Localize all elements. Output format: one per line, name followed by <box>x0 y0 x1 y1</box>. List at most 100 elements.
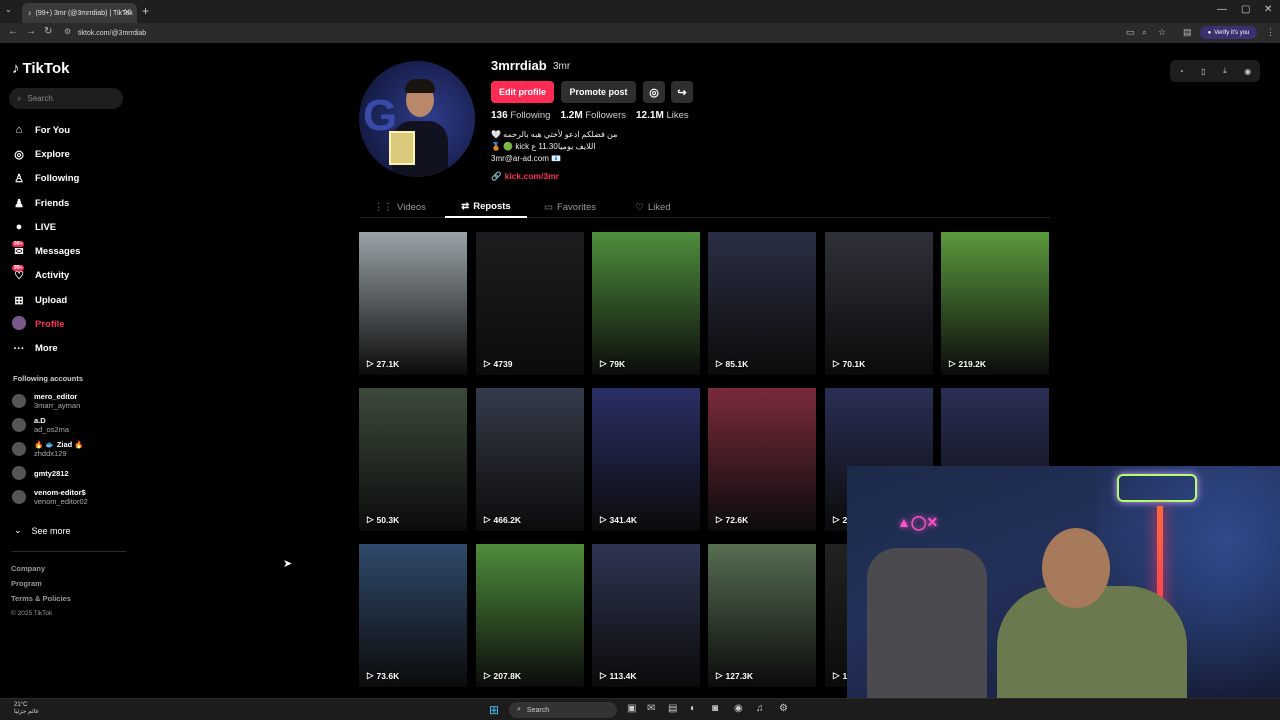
minimize-icon[interactable]: — <box>1217 4 1227 15</box>
video-tile[interactable]: ▷ 70.1K <box>825 232 933 375</box>
zoom-icon[interactable]: ⌕ <box>1142 27 1147 38</box>
tiktok-logo[interactable]: ♪ TikTok <box>12 60 69 77</box>
reload-icon[interactable]: ↻ <box>44 26 52 37</box>
video-thumbnail <box>592 544 700 687</box>
sidebar-item-profile[interactable]: Profile <box>12 312 132 336</box>
following-account[interactable]: gmty2812 <box>12 461 132 485</box>
following-stat[interactable]: 136 Following <box>491 110 550 121</box>
video-tile[interactable]: ▷ 207.8K <box>476 544 584 687</box>
sidebar-item-messages[interactable]: ✉ 99+ Messages <box>12 239 132 263</box>
video-tile[interactable]: ▷ 466.2K <box>476 388 584 531</box>
taskbar-search[interactable]: ⌕ Search <box>509 702 617 718</box>
video-thumbnail <box>592 388 700 531</box>
new-tab-icon[interactable]: + <box>142 4 149 18</box>
back-icon[interactable]: ← <box>8 26 18 37</box>
video-tile[interactable]: ▷ 85.1K <box>708 232 816 375</box>
sidebar-item-for-you[interactable]: ⌂ For You <box>12 118 132 142</box>
video-tile[interactable]: ▷ 50.3K <box>359 388 467 531</box>
sidebar-item-following[interactable]: ♙ Following <box>12 167 132 191</box>
maximize-icon[interactable]: ▢ <box>1241 4 1250 15</box>
profile-avatar[interactable]: G <box>359 61 475 177</box>
view-count: ▷ 127.3K <box>716 670 753 681</box>
profile-username: 3mrrdiab <box>491 58 547 73</box>
tab-liked[interactable]: ♡ Liked <box>625 196 681 218</box>
verify-button[interactable]: ● Verify it's you <box>1200 26 1257 39</box>
tab-reposts[interactable]: ⇄ Reposts <box>445 196 527 218</box>
tab-favorites[interactable]: ▭ Favorites <box>535 196 605 218</box>
install-icon[interactable]: ▭ <box>1126 27 1135 38</box>
video-thumbnail <box>359 544 467 687</box>
tab-list-icon[interactable]: ⌄ <box>5 5 12 14</box>
sidebar-item-explore[interactable]: ◎ Explore <box>12 142 132 166</box>
view-count-text: 113.4K <box>609 670 637 681</box>
video-tile[interactable]: ▷ 219.2K <box>941 232 1049 375</box>
forward-icon[interactable]: → <box>26 26 36 37</box>
sidebar-item-live[interactable]: ● LIVE <box>12 215 132 239</box>
share-icon[interactable]: ↪ <box>671 81 693 103</box>
extensions-icon[interactable]: ▤ <box>1183 27 1192 38</box>
file-explorer-icon[interactable]: ▤ <box>668 703 677 714</box>
bookmark-star-icon[interactable]: ☆ <box>1158 27 1166 38</box>
sidebar-item-activity[interactable]: ♡ 99+ Activity <box>12 264 132 288</box>
sidebar-item-friends[interactable]: ♟ Friends <box>12 191 132 215</box>
profile-link[interactable]: 🔗 kick.com/3mr <box>491 171 559 182</box>
logo-text: TikTok <box>22 60 70 77</box>
tab-videos[interactable]: ⋮⋮ Videos <box>360 196 440 218</box>
edge-icon[interactable]: ◐ <box>690 703 696 714</box>
windows-start-icon[interactable]: ⊞ <box>489 703 499 717</box>
footer-link-program[interactable]: Program <box>11 576 71 591</box>
browser-tab[interactable]: ♪ (99+) 3mr (@3mrrdiab) | TikTok ✕ <box>22 3 137 23</box>
likes-count: 12.1M <box>636 110 664 121</box>
close-tab-icon[interactable]: ✕ <box>123 7 131 18</box>
sidebar-item-upload[interactable]: ⊞ Upload <box>12 288 132 312</box>
settings-icon[interactable]: ◎ <box>643 81 665 103</box>
view-count: ▷ 72.6K <box>716 514 748 525</box>
video-tile[interactable]: ▷ 72.6K <box>708 388 816 531</box>
footer-link-terms[interactable]: Terms & Policies <box>11 591 71 606</box>
profile-nickname: 3mr <box>553 61 571 72</box>
avatar <box>12 418 26 432</box>
play-icon: ▷ <box>833 514 840 524</box>
compass-icon: ◎ <box>14 148 24 161</box>
see-more-button[interactable]: ⌄ See more <box>14 525 71 536</box>
spotify-icon[interactable]: ♫ <box>756 703 764 714</box>
video-tile[interactable]: ▷ 4739 <box>476 232 584 375</box>
edit-profile-button[interactable]: Edit profile <box>491 81 554 103</box>
discord-icon[interactable]: ◙ <box>712 703 718 714</box>
floating-tools: ◔ ▯ ⤓ ◉ <box>1170 60 1260 82</box>
promote-post-button[interactable]: Promote post <box>561 81 636 103</box>
browser-menu-icon[interactable]: ⋮ <box>1266 27 1275 38</box>
tab-videos-label: Videos <box>397 201 426 213</box>
close-window-icon[interactable]: ✕ <box>1264 4 1272 15</box>
tool-icon[interactable]: ◔ <box>1179 67 1184 76</box>
footer-link-company[interactable]: Company <box>11 561 71 576</box>
sidebar-divider <box>12 551 126 552</box>
following-account[interactable]: venom-editor$ venom_editor02 <box>12 485 132 509</box>
video-tile[interactable]: ▷ 73.6K <box>359 544 467 687</box>
sidebar-item-more[interactable]: ··· More <box>12 337 132 361</box>
following-account[interactable]: mero_editor 3marr_ayman <box>12 389 132 413</box>
video-tile[interactable]: ▷ 341.4K <box>592 388 700 531</box>
following-account[interactable]: 🔥 🐟 Ziad 🔥 zhddx129 <box>12 437 132 461</box>
play-icon: ▷ <box>716 358 723 368</box>
sidebar-item-label: Messages <box>35 246 81 258</box>
video-thumbnail <box>708 388 816 531</box>
task-view-icon[interactable]: ▣ <box>627 703 636 714</box>
followers-stat[interactable]: 1.2M Followers <box>560 110 626 121</box>
settings-gear-icon[interactable]: ⚙ <box>779 703 788 714</box>
url-field[interactable]: ⚙ tiktok.com/@3mrrdiab <box>60 25 1120 41</box>
chair-logo: ▲◯✕ <box>897 514 939 530</box>
video-tile[interactable]: ▷ 79K <box>592 232 700 375</box>
outlook-icon[interactable]: ✉ <box>647 703 655 714</box>
chrome-icon[interactable]: ◉ <box>734 703 743 714</box>
device-icon[interactable]: ▯ <box>1201 67 1205 76</box>
weather-widget[interactable]: 21°C غائم جزئيا <box>14 702 39 716</box>
search-input[interactable]: ⌕ Search <box>9 88 123 109</box>
site-info-icon[interactable]: ⚙ <box>64 27 71 36</box>
video-tile[interactable]: ▷ 27.1K <box>359 232 467 375</box>
video-tile[interactable]: ▷ 127.3K <box>708 544 816 687</box>
video-tile[interactable]: ▷ 113.4K <box>592 544 700 687</box>
download-icon[interactable]: ⤓ <box>1223 66 1227 76</box>
account-avatar[interactable]: ◉ <box>1244 67 1251 76</box>
following-account[interactable]: a.D ad_os2ma <box>12 413 132 437</box>
